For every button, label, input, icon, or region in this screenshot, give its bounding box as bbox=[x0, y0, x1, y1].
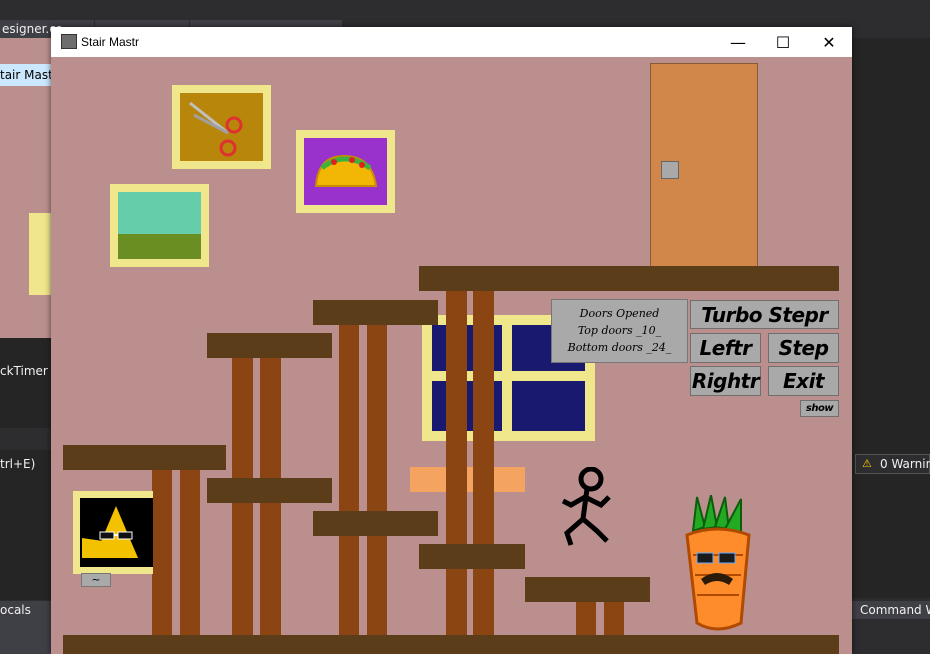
stair-post bbox=[473, 290, 494, 654]
ide-frame-peek bbox=[29, 213, 51, 295]
stair-step bbox=[313, 300, 438, 325]
app-icon bbox=[61, 34, 77, 49]
ide-statusbar-left bbox=[0, 619, 51, 654]
carrot-enemy bbox=[685, 495, 751, 631]
stair-post bbox=[367, 324, 387, 654]
ide-command-tab[interactable]: Command W bbox=[860, 603, 930, 617]
stair-step bbox=[207, 478, 332, 503]
scissors-picture-frame bbox=[172, 85, 271, 169]
stair-step bbox=[313, 511, 438, 536]
close-button[interactable]: ✕ bbox=[806, 27, 852, 57]
door[interactable] bbox=[650, 63, 758, 268]
ide-designer-title: tair Mastr bbox=[0, 64, 51, 86]
stair-post bbox=[339, 324, 359, 654]
doge-picture-frame bbox=[73, 491, 153, 574]
ide-locals-tab[interactable]: ocals bbox=[0, 603, 32, 617]
show-button[interactable]: show bbox=[800, 400, 839, 417]
landscape-grass bbox=[118, 234, 201, 259]
ide-shortcut-label: trl+E) bbox=[0, 457, 36, 471]
maximize-icon: ☐ bbox=[775, 32, 791, 52]
doors-info-panel: Doors Opened Top doors _10_ Bottom doors… bbox=[551, 299, 688, 363]
stair-step bbox=[207, 333, 332, 358]
stair-post bbox=[446, 290, 467, 654]
maximize-button[interactable]: ☐ bbox=[760, 27, 806, 57]
scissors-picture bbox=[180, 93, 263, 161]
top-doors-count: Top doors _10_ bbox=[577, 324, 662, 337]
turbo-stepr-button[interactable]: Turbo Stepr bbox=[690, 300, 839, 329]
doge-picture bbox=[80, 498, 153, 567]
stair-post bbox=[180, 470, 200, 654]
floor bbox=[63, 635, 839, 654]
window-title: Stair Mastr bbox=[81, 35, 140, 49]
minimize-button[interactable]: — bbox=[715, 27, 761, 57]
landscape-picture-frame bbox=[110, 184, 209, 267]
landscape-sky bbox=[118, 192, 201, 234]
window-sill bbox=[410, 467, 525, 492]
tilde-button[interactable]: ~ bbox=[81, 573, 111, 587]
scissors-icon bbox=[189, 101, 243, 157]
doors-opened-heading: Doors Opened bbox=[579, 307, 660, 320]
door-knob bbox=[661, 161, 679, 179]
exit-button[interactable]: Exit bbox=[768, 366, 839, 396]
game-scene: ~ Doors Opened Top doors _10_ Bottom doo… bbox=[51, 57, 852, 654]
minimize-icon: — bbox=[730, 32, 746, 52]
ide-menubar bbox=[0, 0, 930, 20]
bottom-doors-count: Bottom doors _24_ bbox=[567, 341, 672, 354]
step-button[interactable]: Step bbox=[768, 333, 839, 363]
taco-picture bbox=[304, 138, 387, 205]
leftr-button[interactable]: Leftr bbox=[690, 333, 761, 363]
stair-step bbox=[63, 445, 226, 470]
taco-picture-frame bbox=[296, 130, 395, 213]
top-landing bbox=[419, 266, 839, 291]
stair-post bbox=[232, 357, 253, 654]
stair-post bbox=[152, 470, 172, 654]
taco-icon bbox=[314, 154, 378, 187]
ide-panel-left bbox=[0, 338, 51, 428]
rightr-button[interactable]: Rightr bbox=[690, 366, 761, 396]
title-bar[interactable]: Stair Mastr — ☐ ✕ bbox=[51, 27, 852, 57]
stair-post bbox=[260, 357, 281, 654]
stick-figure-player bbox=[561, 467, 611, 546]
close-icon: ✕ bbox=[822, 32, 836, 52]
stair-step bbox=[419, 544, 525, 569]
ide-panel-left-2 bbox=[0, 450, 51, 600]
sunglasses-face-icon bbox=[82, 506, 138, 558]
stair-mastr-window: Stair Mastr — ☐ ✕ ~ Doors Opened Top doo… bbox=[51, 27, 852, 654]
warning-icon: ⚠ bbox=[862, 457, 872, 470]
ide-timer-label: ckTimer bbox=[0, 364, 48, 378]
stair-step bbox=[525, 577, 650, 602]
ide-warnings-label: 0 Warnings bbox=[880, 457, 930, 471]
ide-panel-right bbox=[852, 38, 930, 598]
